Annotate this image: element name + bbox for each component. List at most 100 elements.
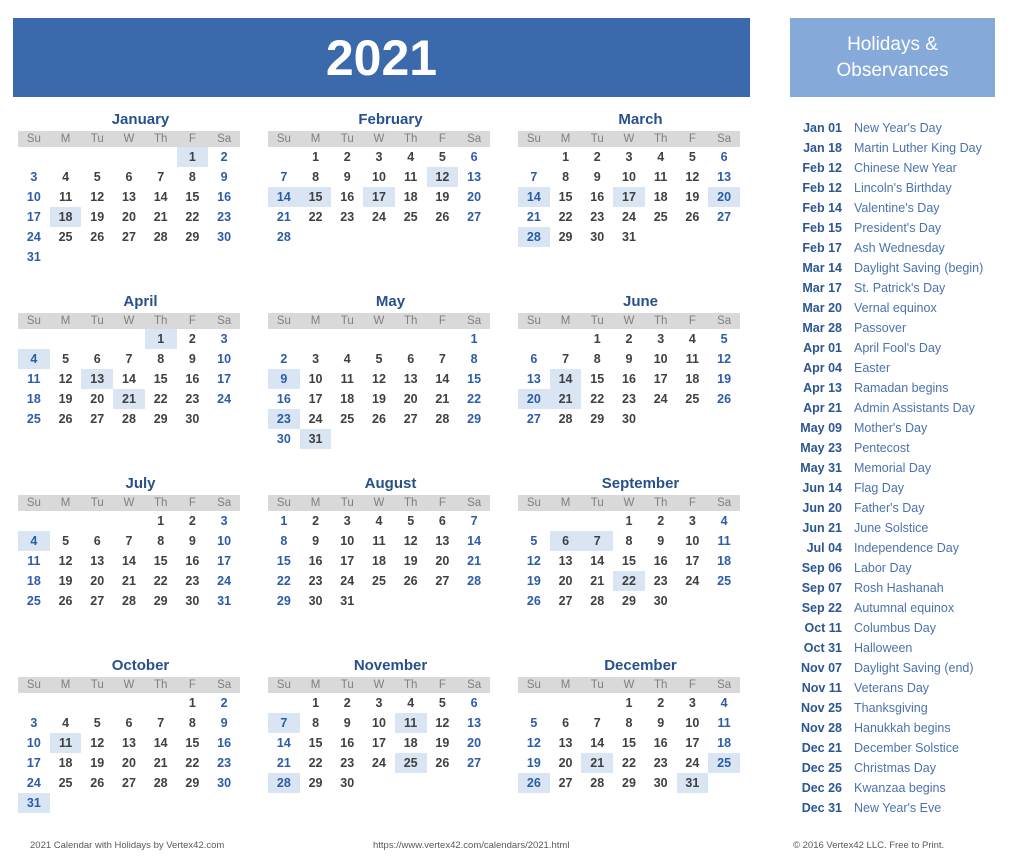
day-cell: 22 — [276, 574, 291, 588]
month-block-december: December Su M Tu W Th F Sa 1 2 3 4 5 6 7 8 9 10 11 12 13 14 15… — [518, 656, 761, 793]
week-row: 1 2 3 4 5 6 — [268, 147, 490, 167]
weekday-header-row: Su M Tu W Th F Sa — [518, 313, 740, 329]
holiday-name: Kwanzaa begins — [854, 781, 946, 795]
holiday-date: Jun 14 — [802, 481, 842, 495]
day-cell-empty — [395, 329, 427, 349]
day-cell: 2 — [625, 332, 633, 346]
day-cell: 25 — [685, 392, 700, 406]
day-cell-empty — [177, 793, 209, 813]
holidays-banner: Holidays & Observances — [790, 18, 995, 97]
holiday-row: Sep 22 Autumnal equinox — [790, 598, 1032, 618]
day-cell: 7 — [562, 352, 570, 366]
day-cell-empty — [81, 329, 113, 349]
day-cell: 3 — [657, 332, 665, 346]
day-cell: 28 — [153, 230, 168, 244]
week-row: 3 4 5 6 7 8 9 — [18, 713, 240, 733]
day-cell: 5 — [688, 150, 696, 164]
day-cell: 9 — [312, 534, 320, 548]
day-cell: 4 — [720, 514, 728, 528]
day-cell: 11 — [394, 713, 427, 733]
weekday-header-row: Su M Tu W Th F Sa — [268, 131, 490, 147]
holiday-row: Oct 11 Columbus Day — [790, 618, 1032, 638]
day-cell: 5 — [530, 534, 538, 548]
holiday-name: December Solstice — [854, 741, 959, 755]
weekday-header-tu: Tu — [331, 495, 364, 511]
day-cell: 30 — [276, 432, 291, 446]
month-row: July Su M Tu W Th F Sa 1 2 3 4 5 6 7 8 9 10 11 12 13 14 15 16 17… — [0, 474, 760, 656]
holiday-name: April Fool's Day — [854, 341, 942, 355]
day-cell: 20 — [708, 187, 740, 207]
week-row: 15 16 17 18 19 20 21 — [268, 551, 490, 571]
day-cell: 1 — [312, 150, 320, 164]
day-cell: 26 — [435, 756, 450, 770]
weekday-header-su: Su — [268, 131, 300, 147]
day-cell-empty — [458, 429, 490, 449]
months-grid: January Su M Tu W Th F Sa 1 2 3 4 5 6 7 8 9 10 11 12 13 14 15 1… — [0, 110, 760, 835]
weekday-header-sa: Sa — [208, 677, 240, 693]
day-cell: 11 — [654, 170, 668, 184]
holiday-name: Daylight Saving (end) — [854, 661, 974, 675]
day-cell: 8 — [312, 716, 320, 730]
day-cell: 15 — [153, 372, 168, 386]
holiday-date: May 23 — [800, 441, 842, 455]
day-cell: 27 — [122, 230, 136, 244]
day-cell: 1 — [157, 514, 165, 528]
week-row: 22 23 24 25 26 27 28 — [268, 571, 490, 591]
day-cell: 13 — [90, 554, 105, 568]
day-cell: 14 — [467, 534, 482, 548]
day-cell: 19 — [685, 190, 700, 204]
holiday-name: New Year's Day — [854, 121, 942, 135]
day-cell: 14 — [122, 372, 136, 386]
day-cell: 5 — [375, 352, 383, 366]
week-row: 28 — [268, 227, 490, 247]
weekday-header-sa: Sa — [708, 495, 740, 511]
weekday-header-sa: Sa — [458, 677, 490, 693]
day-cell: 12 — [435, 716, 450, 730]
day-cell: 24 — [26, 230, 41, 244]
day-cell: 24 — [308, 412, 323, 426]
weekday-header-su: Su — [518, 313, 550, 329]
day-cell-empty — [677, 591, 709, 611]
day-cell-empty — [145, 247, 177, 267]
day-cell-empty — [81, 793, 113, 813]
weekday-header-m: M — [549, 313, 582, 329]
day-cell: 3 — [625, 150, 633, 164]
day-cell: 5 — [93, 170, 101, 184]
day-cell: 2 — [220, 696, 228, 710]
day-cell-empty — [50, 147, 82, 167]
day-cell-empty — [427, 227, 459, 247]
week-row: 17 18 19 20 21 22 23 — [18, 753, 240, 773]
holiday-row: Feb 17 Ash Wednesday — [790, 238, 1032, 258]
day-cell-empty — [113, 147, 145, 167]
day-cell: 24 — [653, 392, 668, 406]
day-cell: 1 — [593, 332, 601, 346]
week-row: 10 11 12 13 14 15 16 — [18, 733, 240, 753]
day-cell: 3 — [375, 150, 383, 164]
day-cell: 4 — [688, 332, 696, 346]
holiday-name: Chinese New Year — [854, 161, 957, 175]
day-cell: 4 — [62, 170, 70, 184]
day-cell-empty — [331, 429, 363, 449]
day-cell: 24 — [685, 756, 700, 770]
day-cell: 18 — [403, 736, 418, 750]
holiday-date: Oct 31 — [803, 641, 842, 655]
week-row: 28 29 30 — [268, 773, 490, 793]
holidays-title-line2: Observances — [836, 59, 949, 81]
weekday-header-tu: Tu — [81, 131, 114, 147]
weekday-header-w: W — [613, 495, 645, 511]
holiday-row: Dec 26 Kwanzaa begins — [790, 778, 1032, 798]
week-row: 31 — [18, 247, 240, 267]
weekday-header-f: F — [676, 495, 709, 511]
day-cell: 21 — [581, 753, 614, 773]
holiday-date: Dec 21 — [801, 741, 842, 755]
day-cell-empty — [50, 511, 82, 531]
day-cell-empty — [363, 227, 395, 247]
year-banner: 2021 — [13, 18, 750, 97]
day-cell: 28 — [122, 412, 136, 426]
day-cell: 26 — [58, 594, 73, 608]
day-cell: 7 — [581, 531, 614, 551]
holiday-row: Nov 25 Thanksgiving — [790, 698, 1032, 718]
month-name: October — [111, 657, 170, 674]
day-cell: 16 — [653, 736, 668, 750]
week-row: 29 30 31 — [268, 591, 490, 611]
